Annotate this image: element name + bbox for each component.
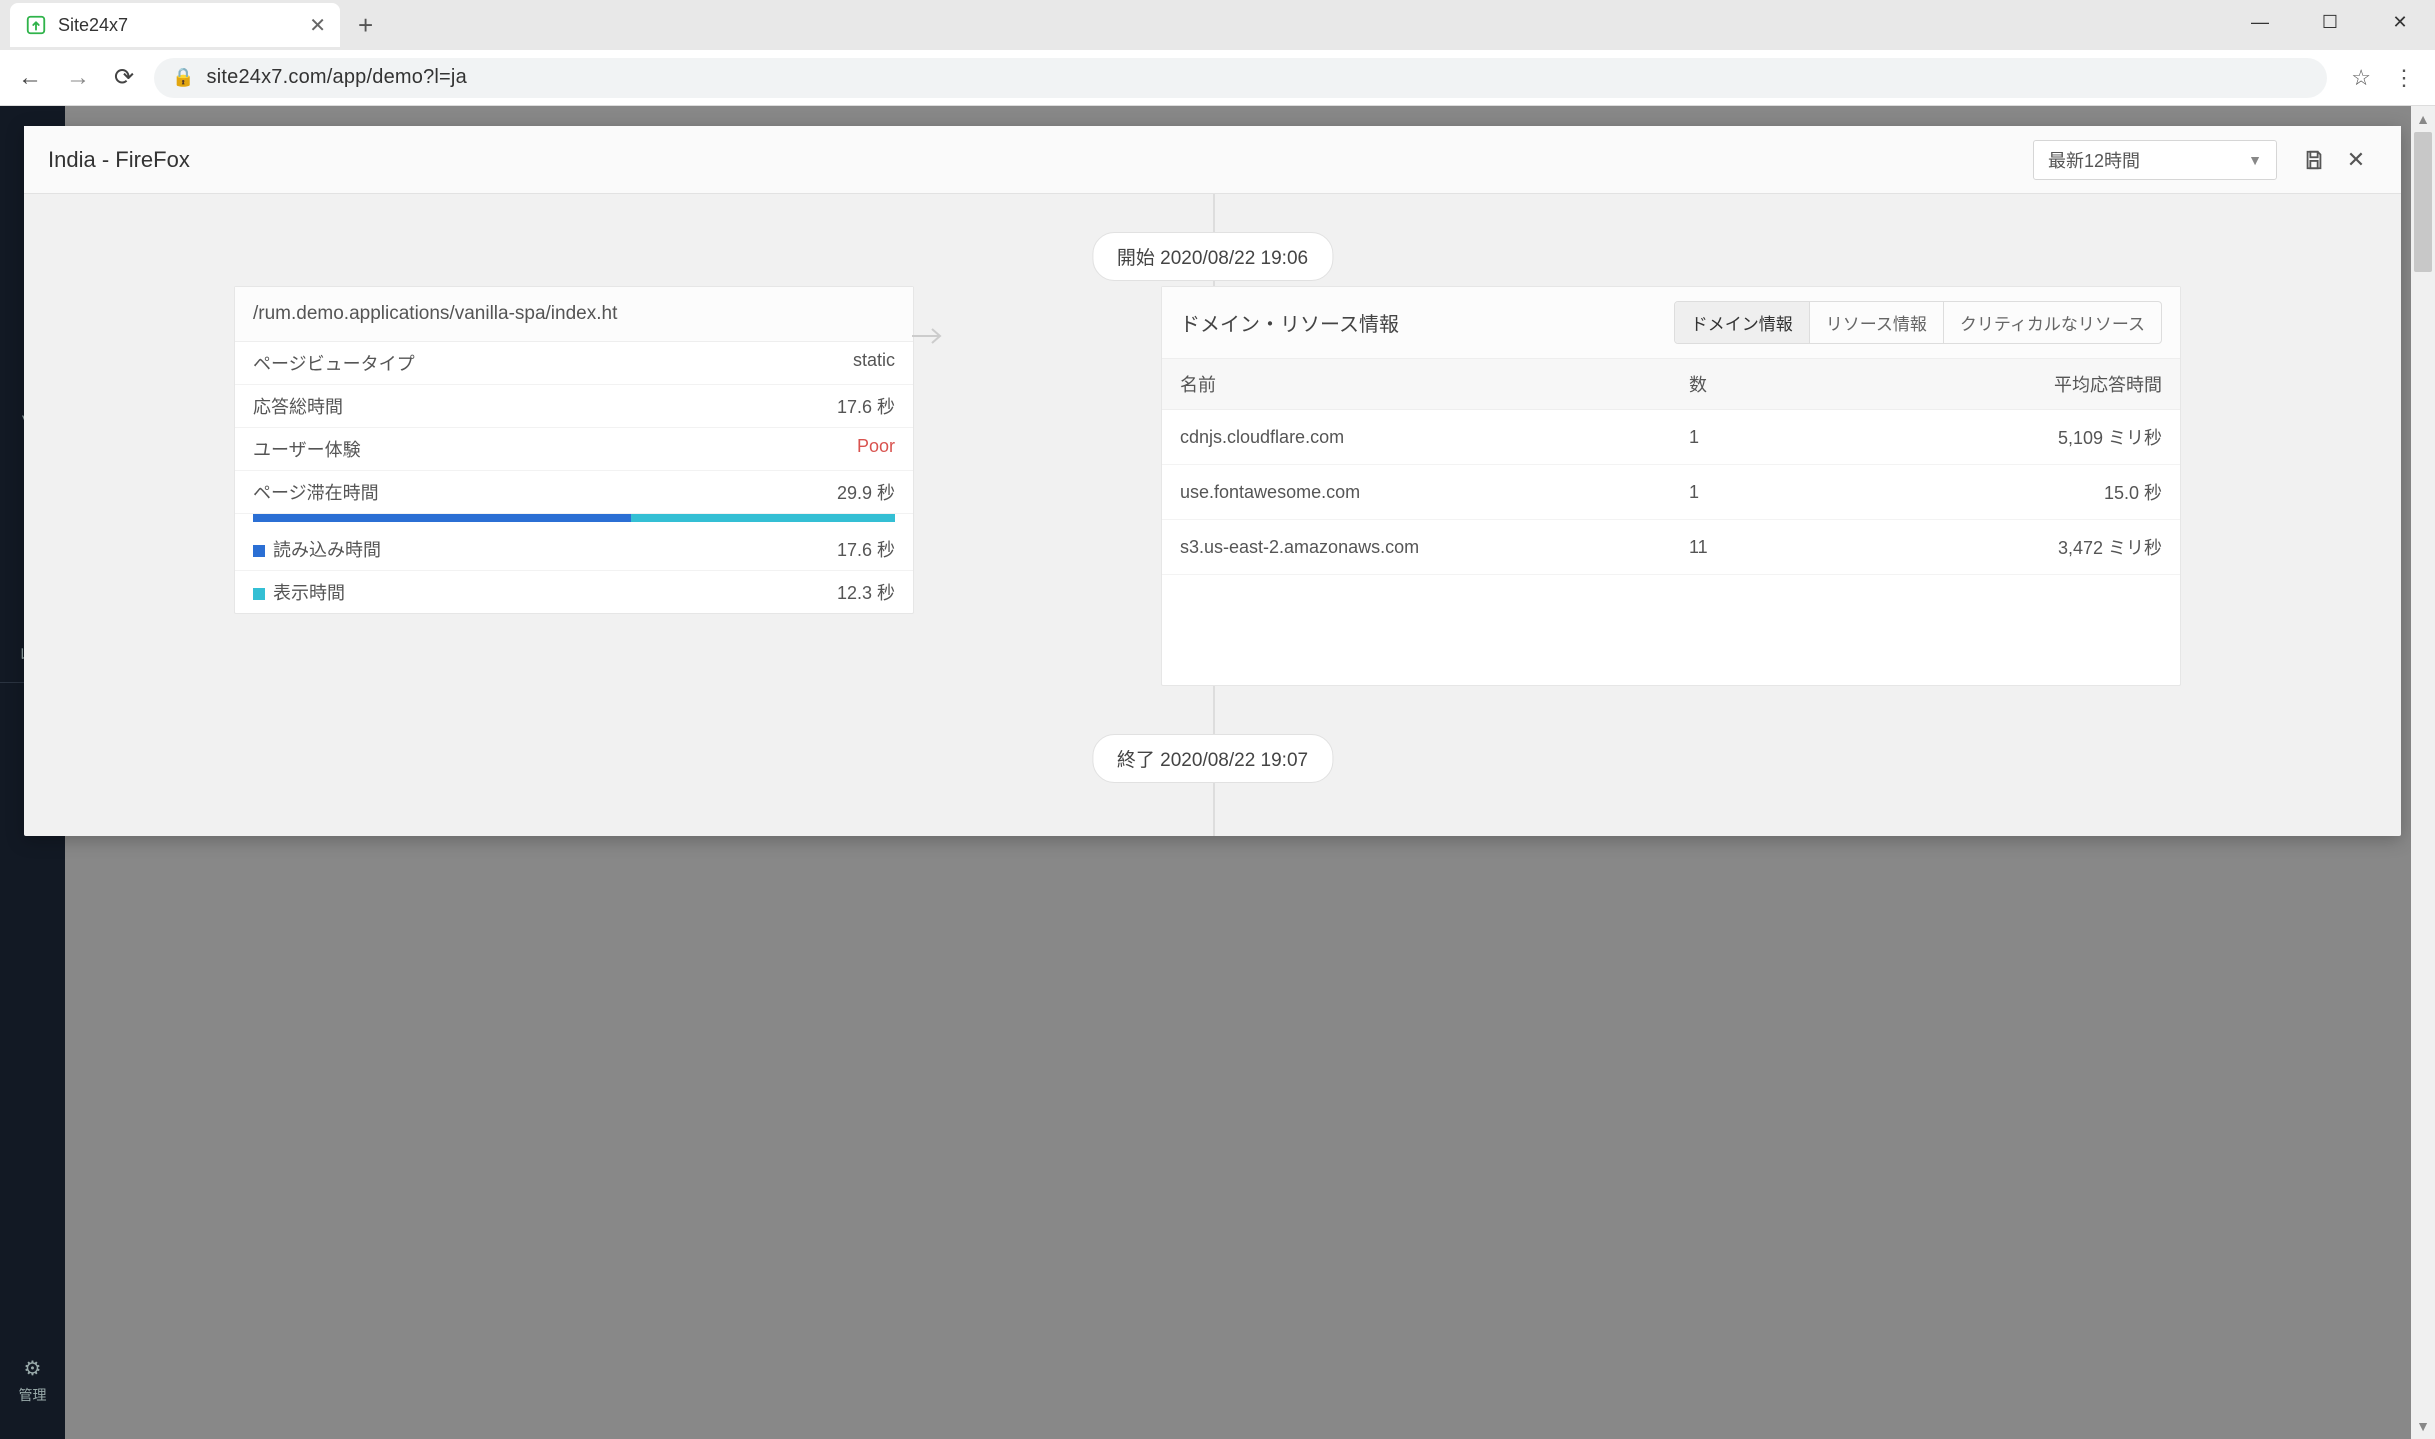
metric-label: ページ滞在時間 (253, 479, 379, 505)
tab-title: Site24x7 (58, 15, 299, 36)
bar-segment-display (631, 514, 895, 522)
modal-title: India - FireFox (48, 147, 2033, 173)
tab-domain-info[interactable]: ドメイン情報 (1675, 302, 1809, 343)
scroll-down-icon[interactable]: ▼ (2411, 1413, 2435, 1439)
pageview-path: /rum.demo.applications/vanilla-spa/index… (235, 287, 913, 342)
domain-card-title: ドメイン・リソース情報 (1180, 308, 1674, 337)
window-minimize-button[interactable]: ― (2225, 0, 2295, 44)
legend-square-blue (253, 545, 265, 557)
metric-row-ux: ユーザー体験 Poor (235, 428, 913, 471)
nav-reload-button[interactable]: ⟳ (110, 59, 138, 96)
domain-tab-group: ドメイン情報 リソース情報 クリティカルなリソース (1674, 301, 2162, 344)
close-button[interactable]: ✕ (2335, 139, 2377, 181)
vertical-scrollbar[interactable]: ▲ ▼ (2411, 106, 2435, 1439)
chevron-down-icon: ▼ (2248, 152, 2262, 168)
tab-close-icon[interactable]: ✕ (309, 13, 326, 38)
metric-label: 応答総時間 (253, 393, 343, 419)
cell-count: 1 (1671, 465, 1875, 520)
metric-value: Poor (857, 436, 895, 462)
cell-avg: 15.0 秒 (1875, 465, 2180, 520)
metric-value: 17.6 秒 (837, 393, 895, 419)
domain-table: 名前 数 平均応答時間 cdnjs.cloudflare.com15,109 ミ… (1162, 359, 2180, 575)
timeline-end-pill: 終了 2020/08/22 19:07 (1092, 734, 1333, 783)
time-range-select[interactable]: 最新12時間 ▼ (2033, 140, 2277, 180)
metric-label: ユーザー体験 (253, 436, 361, 462)
legend-square-cyan (253, 588, 265, 600)
time-range-label: 最新12時間 (2048, 147, 2140, 173)
modal-body: 開始 2020/08/22 19:06 19:06 2020/08/22 終了 … (24, 194, 2401, 836)
col-count[interactable]: 数 (1671, 359, 1875, 410)
tab-resource-info[interactable]: リソース情報 (1809, 302, 1943, 343)
metric-row-pvtype: ページビュータイプ static (235, 342, 913, 385)
browser-tab[interactable]: Site24x7 ✕ (10, 3, 340, 47)
address-bar[interactable]: 🔒 site24x7.com/app/demo?l=ja (154, 58, 2327, 98)
metric-value: 29.9 秒 (837, 479, 895, 505)
cell-avg: 5,109 ミリ秒 (1875, 410, 2180, 465)
save-icon[interactable] (2293, 139, 2335, 181)
bookmark-star-icon[interactable]: ☆ (2351, 65, 2371, 91)
scroll-up-icon[interactable]: ▲ (2411, 106, 2435, 132)
tab-bar: Site24x7 ✕ + ― ☐ ✕ (0, 0, 2435, 50)
card-connector-arrow-icon (912, 326, 946, 346)
window-close-button[interactable]: ✕ (2365, 0, 2435, 44)
address-bar-row: ← → ⟳ 🔒 site24x7.com/app/demo?l=ja ☆ ⋮ (0, 50, 2435, 106)
metric-value: 17.6 秒 (837, 536, 895, 562)
pageview-card: /rum.demo.applications/vanilla-spa/index… (234, 286, 914, 614)
cell-name: use.fontawesome.com (1162, 465, 1671, 520)
favicon-icon (24, 13, 48, 37)
cell-avg: 3,472 ミリ秒 (1875, 520, 2180, 575)
lock-icon: 🔒 (172, 67, 194, 88)
scroll-thumb[interactable] (2414, 132, 2432, 272)
col-avg[interactable]: 平均応答時間 (1875, 359, 2180, 410)
metric-label: ページビュータイプ (253, 350, 415, 376)
domain-resource-card: ドメイン・リソース情報 ドメイン情報 リソース情報 クリティカルなリソース 名前… (1161, 286, 2181, 686)
metric-row-response: 応答総時間 17.6 秒 (235, 385, 913, 428)
browser-menu-icon[interactable]: ⋮ (2387, 65, 2421, 91)
table-row[interactable]: s3.us-east-2.amazonaws.com113,472 ミリ秒 (1162, 520, 2180, 575)
timeline-start-pill: 開始 2020/08/22 19:06 (1092, 232, 1333, 281)
metric-value: 12.3 秒 (837, 579, 895, 605)
url-text: site24x7.com/app/demo?l=ja (207, 66, 467, 89)
col-name[interactable]: 名前 (1162, 359, 1671, 410)
metric-row-stay: ページ滞在時間 29.9 秒 (235, 471, 913, 514)
time-split-bar (235, 514, 913, 528)
cell-count: 11 (1671, 520, 1875, 575)
cell-name: cdnjs.cloudflare.com (1162, 410, 1671, 465)
table-row[interactable]: cdnjs.cloudflare.com15,109 ミリ秒 (1162, 410, 2180, 465)
sidebar-settings-label: 管理 (19, 1387, 47, 1403)
metric-row-load: 読み込み時間 17.6 秒 (235, 528, 913, 571)
window-controls: ― ☐ ✕ (2225, 0, 2435, 44)
detail-modal: India - FireFox 最新12時間 ▼ ✕ 開始 2020/08/22… (24, 126, 2401, 836)
domain-card-header: ドメイン・リソース情報 ドメイン情報 リソース情報 クリティカルなリソース (1162, 287, 2180, 359)
cell-count: 1 (1671, 410, 1875, 465)
tab-critical-resource[interactable]: クリティカルなリソース (1943, 302, 2161, 343)
metric-label: 表示時間 (253, 579, 345, 605)
nav-back-button[interactable]: ← (14, 60, 46, 96)
new-tab-button[interactable]: + (358, 10, 373, 41)
modal-header: India - FireFox 最新12時間 ▼ ✕ (24, 126, 2401, 194)
page-viewport: ホ W G ア サ VM G ネ ア ア レポ ⚙ 管理 India - Fir… (0, 106, 2435, 1439)
metric-label: 読み込み時間 (253, 536, 381, 562)
browser-chrome: Site24x7 ✕ + ― ☐ ✕ ← → ⟳ 🔒 site24x7.com/… (0, 0, 2435, 106)
sidebar-settings[interactable]: ⚙ 管理 (0, 1342, 65, 1419)
metric-value: static (853, 350, 895, 376)
table-row[interactable]: use.fontawesome.com115.0 秒 (1162, 465, 2180, 520)
bar-segment-load (253, 514, 631, 522)
window-maximize-button[interactable]: ☐ (2295, 0, 2365, 44)
cell-name: s3.us-east-2.amazonaws.com (1162, 520, 1671, 575)
nav-forward-button[interactable]: → (62, 60, 94, 96)
metric-row-display: 表示時間 12.3 秒 (235, 571, 913, 613)
gear-icon: ⚙ (6, 1356, 59, 1381)
